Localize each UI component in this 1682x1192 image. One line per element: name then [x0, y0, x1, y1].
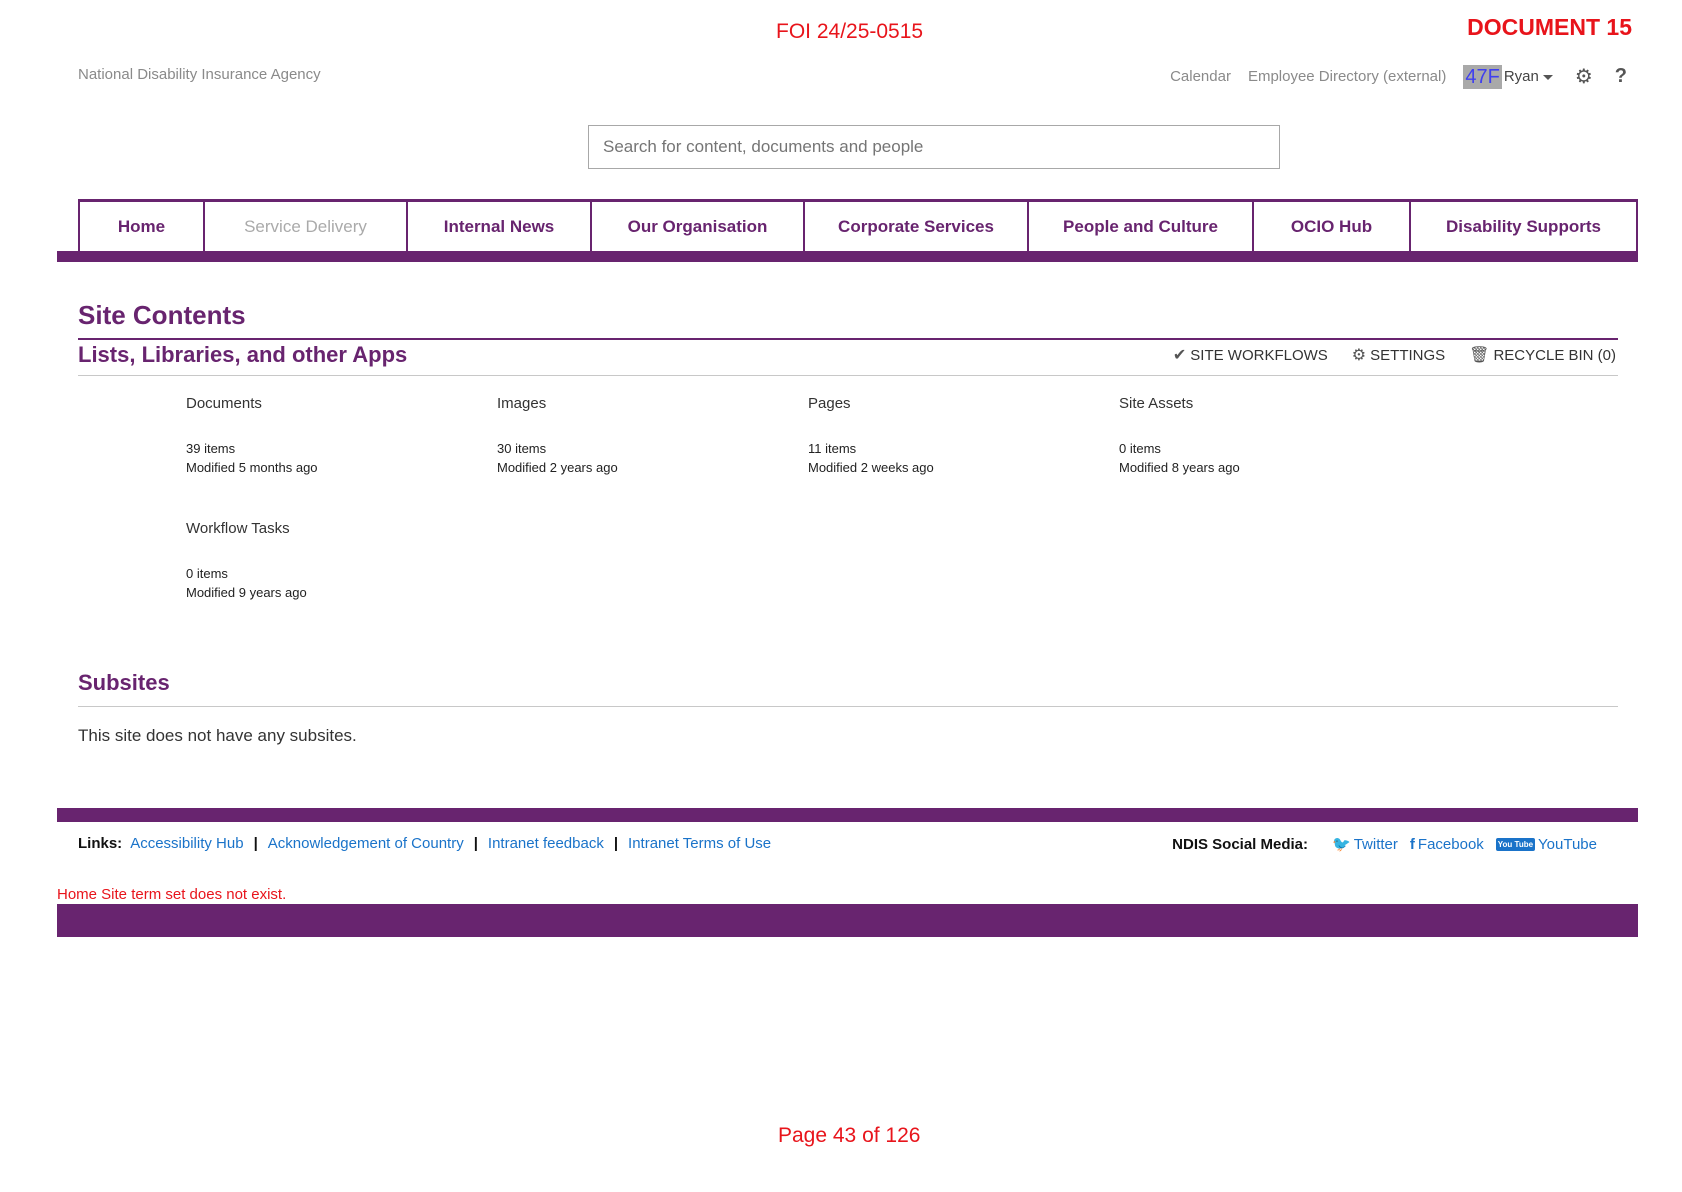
tab-corporate-services[interactable]: Corporate Services	[805, 202, 1029, 251]
subsites-title: Subsites	[78, 670, 170, 695]
gear-icon[interactable]: ⚙	[1575, 64, 1593, 89]
footer-bottom-bar	[57, 904, 1638, 937]
app-tiles: Documents 39 items Modified 5 months ago…	[186, 395, 1436, 602]
page-number: Page 43 of 126	[778, 1124, 921, 1147]
footer-bar	[57, 808, 1638, 822]
site-actions: ✔ SITE WORKFLOWS ⚙ SETTINGS 🗑 RECYCLE BIN (…	[1149, 345, 1616, 365]
employee-directory-link[interactable]: Employee Directory (external)	[1248, 68, 1446, 85]
link-separator: |	[613, 835, 619, 852]
app-tile-modified: Modified 8 years ago	[1119, 460, 1240, 475]
twitter-icon: 🐦	[1332, 836, 1351, 853]
gear-icon: ⚙	[1351, 347, 1367, 364]
tab-our-organisation[interactable]: Our Organisation	[592, 202, 805, 251]
app-tile-site-assets[interactable]: Site Assets 0 items Modified 8 years ago	[1119, 395, 1430, 477]
tab-people-and-culture[interactable]: People and Culture	[1029, 202, 1254, 251]
settings-label: SETTINGS	[1370, 346, 1446, 364]
footer-links-label: Links:	[78, 835, 123, 852]
section-divider	[78, 375, 1618, 376]
app-tile-modified: Modified 2 years ago	[497, 460, 618, 475]
document-label: DOCUMENT 15	[1467, 14, 1632, 40]
app-tile-name[interactable]: Workflow Tasks	[186, 520, 497, 540]
check-circle-icon: ✔	[1172, 347, 1187, 364]
site-workflows-label: SITE WORKFLOWS	[1190, 346, 1328, 364]
section-title-apps: Lists, Libraries, and other Apps	[78, 342, 408, 367]
app-tile-count: 11 items	[808, 441, 857, 456]
recycle-bin-button[interactable]: 🗑 RECYCLE BIN (0)	[1469, 345, 1616, 365]
twitter-label: Twitter	[1353, 835, 1398, 853]
site-workflows-button[interactable]: ✔ SITE WORKFLOWS	[1173, 345, 1328, 365]
term-set-error: Home Site term set does not exist.	[57, 886, 287, 903]
foi-reference: FOI 24/25-0515	[776, 20, 924, 43]
intranet-terms-link[interactable]: Intranet Terms of Use	[628, 835, 771, 852]
app-tile-name[interactable]: Images	[497, 395, 808, 415]
tab-disability-supports[interactable]: Disability Supports	[1411, 202, 1638, 251]
app-tile-documents[interactable]: Documents 39 items Modified 5 months ago	[186, 395, 497, 477]
page-title: Site Contents	[78, 300, 246, 330]
subsites-empty-text: This site does not have any subsites.	[78, 726, 357, 745]
facebook-link[interactable]: f Facebook	[1410, 836, 1484, 853]
app-tile-pages[interactable]: Pages 11 items Modified 2 weeks ago	[808, 395, 1119, 477]
subsites-divider	[78, 706, 1618, 707]
acknowledgement-of-country-link[interactable]: Acknowledgement of Country	[268, 835, 464, 852]
app-tile-name[interactable]: Pages	[808, 395, 1119, 415]
app-tile-name[interactable]: Documents	[186, 395, 497, 415]
user-menu[interactable]: Ryan	[1504, 68, 1553, 85]
tab-internal-news[interactable]: Internal News	[408, 202, 592, 251]
facebook-label: Facebook	[1417, 835, 1484, 853]
settings-button[interactable]: ⚙ SETTINGS	[1352, 345, 1445, 365]
nav-underline-bar	[57, 251, 1638, 262]
app-tile-modified: Modified 2 weeks ago	[808, 460, 934, 475]
app-tile-modified: Modified 5 months ago	[186, 460, 318, 475]
search-input[interactable]	[588, 125, 1280, 169]
link-separator: |	[473, 835, 478, 852]
footer-links: Links: Accessibility Hub | Acknowledgeme…	[78, 835, 771, 852]
redaction-mark: 47F	[1463, 64, 1502, 89]
app-tile-count: 0 items	[186, 566, 228, 581]
tab-home[interactable]: Home	[78, 202, 205, 251]
social-media-label: NDIS Social Media:	[1172, 835, 1309, 853]
app-tile-name[interactable]: Site Assets	[1119, 395, 1430, 415]
youtube-icon: You Tube	[1495, 837, 1536, 851]
social-media: NDIS Social Media: 🐦 Twitter f Facebook Yo…	[1172, 835, 1597, 854]
agency-name: National Disability Insurance Agency	[78, 66, 321, 83]
twitter-link[interactable]: 🐦 Twitter	[1332, 835, 1398, 854]
link-separator: |	[253, 835, 258, 852]
trash-icon: 🗑	[1469, 347, 1490, 364]
youtube-link[interactable]: You Tube YouTube	[1495, 835, 1597, 853]
top-navigation: Home Service Delivery Internal News Our …	[78, 199, 1638, 251]
accessibility-hub-link[interactable]: Accessibility Hub	[130, 835, 243, 852]
chevron-down-icon	[1542, 74, 1553, 80]
youtube-label: YouTube	[1538, 835, 1597, 853]
app-tile-count: 0 items	[1119, 441, 1161, 456]
user-name: Ryan	[1503, 68, 1539, 85]
top-bar: Calendar Employee Directory (external) 4…	[1170, 64, 1627, 89]
help-icon[interactable]: ?	[1615, 65, 1627, 88]
app-tile-modified: Modified 9 years ago	[186, 585, 307, 600]
app-tile-count: 30 items	[497, 441, 547, 456]
facebook-icon: f	[1409, 835, 1415, 853]
title-divider	[78, 338, 1618, 340]
calendar-link[interactable]: Calendar	[1170, 68, 1231, 85]
app-tile-workflow-tasks[interactable]: Workflow Tasks 0 items Modified 9 years …	[186, 520, 497, 602]
intranet-feedback-link[interactable]: Intranet feedback	[488, 835, 604, 852]
tab-ocio-hub[interactable]: OCIO Hub	[1254, 202, 1411, 251]
app-tile-images[interactable]: Images 30 items Modified 2 years ago	[497, 395, 808, 477]
app-tile-count: 39 items	[186, 441, 236, 456]
recycle-bin-label: RECYCLE BIN (0)	[1493, 346, 1616, 364]
tab-service-delivery[interactable]: Service Delivery	[205, 202, 408, 251]
